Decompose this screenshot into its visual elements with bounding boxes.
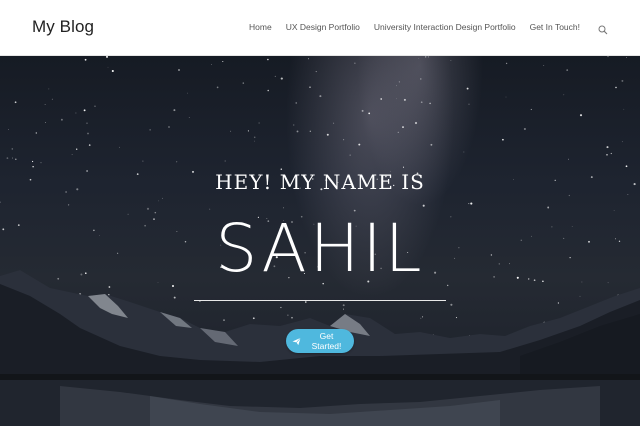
paper-plane-icon [292, 337, 301, 346]
get-started-button[interactable]: Get Started! [286, 329, 354, 353]
hero-content: HEY! MY NAME IS SAHIL Get Started! [0, 56, 640, 426]
page: My Blog Home UX Design Portfolio Univers… [0, 0, 640, 426]
site-header: My Blog Home UX Design Portfolio Univers… [0, 0, 640, 56]
nav-item-ux-design-portfolio[interactable]: UX Design Portfolio [286, 22, 360, 32]
hero-subtitle: HEY! MY NAME IS [215, 170, 425, 194]
hero-name: SAHIL [215, 210, 425, 287]
nav-item-university-portfolio[interactable]: University Interaction Design Portfolio [374, 22, 516, 32]
main-nav: Home UX Design Portfolio University Inte… [249, 22, 608, 35]
nav-item-home[interactable]: Home [249, 22, 272, 32]
hero-section: HEY! MY NAME IS SAHIL Get Started! [0, 56, 640, 426]
search-icon[interactable] [598, 22, 608, 35]
nav-item-get-in-touch[interactable]: Get In Touch! [530, 22, 580, 32]
site-brand-link[interactable]: My Blog [32, 17, 94, 37]
get-started-label: Get Started! [311, 331, 342, 351]
hero-divider [194, 300, 446, 301]
